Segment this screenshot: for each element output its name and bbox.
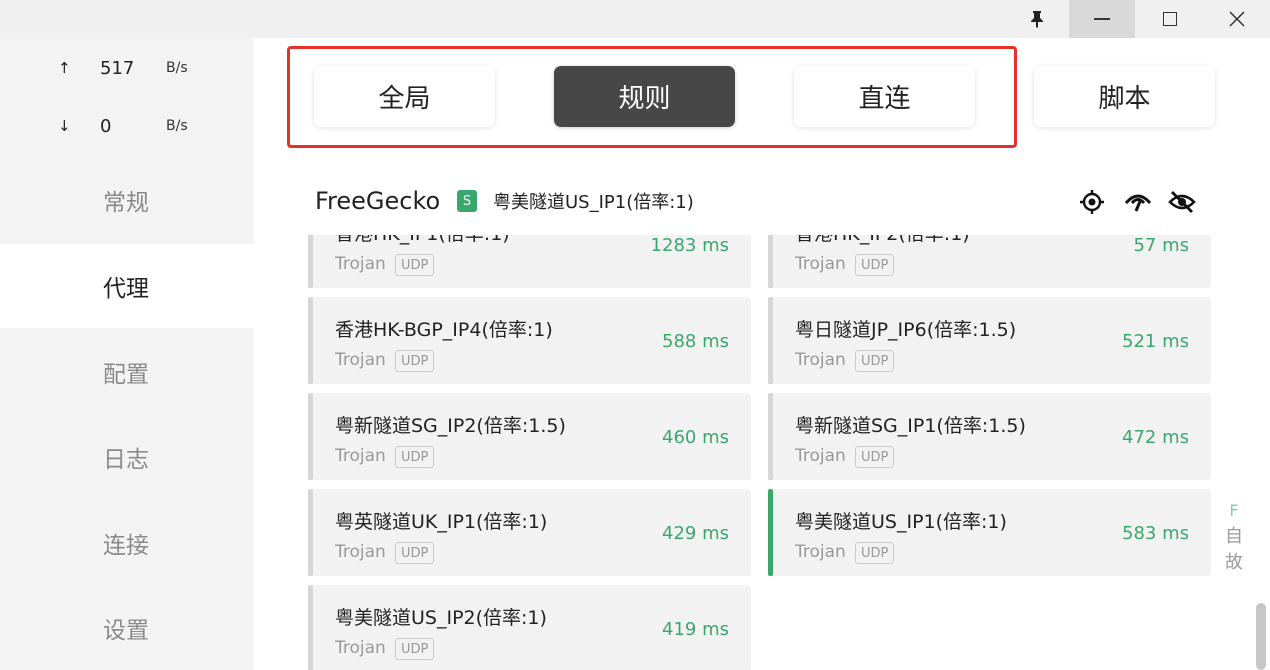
upload-speed: ↑ 517 B/s — [0, 56, 254, 80]
proxy-card[interactable]: 粤日隧道JP_IP6(倍率:1.5) Trojan UDP 521 ms — [768, 297, 1211, 384]
download-speed: ↓ 0 B/s — [0, 114, 254, 138]
selected-proxy: 粤美隧道US_IP1(倍率:1) — [493, 192, 694, 213]
locate-button[interactable] — [1078, 188, 1106, 216]
close-icon — [1229, 11, 1245, 27]
nav-item-general[interactable]: 常规 — [0, 158, 254, 242]
upload-unit: B/s — [166, 60, 188, 76]
card-indicator — [308, 585, 313, 670]
udp-badge: UDP — [395, 542, 435, 564]
proxy-protocol: Trojan — [795, 446, 846, 466]
udp-badge: UDP — [855, 254, 895, 276]
proxy-name: 香港HK_IP2(倍率:1) — [795, 235, 970, 246]
card-indicator — [768, 393, 773, 480]
proxy-name: 粤日隧道JP_IP6(倍率:1.5) — [795, 319, 1017, 341]
proxy-card[interactable]: 粤美隧道US_IP2(倍率:1) Trojan UDP 419 ms — [308, 585, 751, 670]
proxy-delay[interactable]: 472 ms — [1122, 427, 1189, 448]
proxy-name: 粤英隧道UK_IP1(倍率:1) — [335, 511, 548, 533]
proxy-protocol: Trojan — [795, 542, 846, 562]
hide-unavailable-button[interactable] — [1168, 188, 1196, 216]
proxy-protocol: Trojan — [335, 542, 386, 562]
hide-icon — [1168, 191, 1196, 213]
card-indicator — [308, 489, 313, 576]
nav-item-proxy[interactable]: 代理 — [0, 244, 254, 328]
udp-badge: UDP — [395, 350, 435, 372]
proxy-card[interactable]: 粤新隧道SG_IP2(倍率:1.5) Trojan UDP 460 ms — [308, 393, 751, 480]
card-indicator — [768, 489, 773, 576]
nav-item-logs[interactable]: 日志 — [0, 415, 254, 499]
mode-script-button[interactable]: 脚本 — [1034, 66, 1215, 127]
proxy-card[interactable]: 香港HK-BGP_IP4(倍率:1) Trojan UDP 588 ms — [308, 297, 751, 384]
nav-item-settings[interactable]: 设置 — [0, 586, 254, 670]
download-unit: B/s — [166, 118, 188, 134]
download-value: 0 — [100, 115, 112, 137]
udp-badge: UDP — [855, 542, 895, 564]
side-index-letter[interactable]: 故 — [1222, 550, 1246, 576]
card-indicator — [308, 393, 313, 480]
group-name: FreeGecko — [315, 187, 441, 215]
upload-value: 517 — [100, 57, 135, 79]
title-bar — [0, 0, 1270, 38]
udp-badge: UDP — [395, 254, 435, 276]
proxy-card[interactable]: 香港HK_IP2(倍率:1) Trojan UDP 57 ms — [768, 235, 1211, 288]
proxy-delay[interactable]: 419 ms — [662, 619, 729, 640]
udp-badge: UDP — [855, 350, 895, 372]
maximize-icon — [1163, 12, 1177, 26]
proxy-protocol: Trojan — [795, 254, 846, 274]
proxy-group-header[interactable]: FreeGecko S 粤美隧道US_IP1(倍率:1) — [254, 178, 1270, 224]
traffic-panel: ↑ 517 B/s ↓ 0 B/s — [0, 38, 254, 158]
proxy-protocol: Trojan — [335, 638, 386, 658]
card-indicator — [308, 235, 313, 288]
download-arrow-icon: ↓ — [58, 117, 71, 135]
upload-arrow-icon: ↑ — [58, 59, 71, 77]
card-indicator — [768, 235, 773, 288]
card-indicator — [308, 297, 313, 384]
proxy-name: 香港HK-BGP_IP4(倍率:1) — [335, 319, 553, 341]
pin-icon — [1031, 11, 1043, 28]
proxy-delay[interactable]: 588 ms — [662, 331, 729, 352]
proxy-list[interactable]: 香港HK_IP1(倍率:1) Trojan UDP 1283 ms 香港HK_I… — [254, 235, 1270, 670]
proxy-delay[interactable]: 429 ms — [662, 523, 729, 544]
pin-button[interactable] — [1015, 0, 1059, 38]
udp-badge: UDP — [855, 446, 895, 468]
side-index-letter[interactable]: 自 — [1222, 524, 1246, 550]
mode-bar: 全局 规则 直连 脚本 — [254, 38, 1270, 157]
proxy-protocol: Trojan — [335, 350, 386, 370]
proxy-name: 粤新隧道SG_IP1(倍率:1.5) — [795, 415, 1026, 437]
close-button[interactable] — [1204, 0, 1270, 38]
nav-item-connections[interactable]: 连接 — [0, 501, 254, 585]
side-index-letter[interactable]: F — [1222, 498, 1246, 524]
nav-item-profiles[interactable]: 配置 — [0, 330, 254, 414]
group-type-badge: S — [457, 190, 477, 212]
proxy-delay[interactable]: 57 ms — [1133, 235, 1189, 256]
proxy-card[interactable]: 香港HK_IP1(倍率:1) Trojan UDP 1283 ms — [308, 235, 751, 288]
proxy-protocol: Trojan — [335, 446, 386, 466]
side-index: F 自 故 — [1222, 498, 1246, 576]
speed-test-button[interactable] — [1124, 188, 1152, 216]
card-indicator — [768, 297, 773, 384]
speed-test-icon — [1124, 194, 1152, 212]
proxy-delay[interactable]: 460 ms — [662, 427, 729, 448]
locate-icon — [1080, 190, 1104, 214]
minimize-button[interactable] — [1069, 0, 1135, 38]
maximize-button[interactable] — [1137, 0, 1203, 38]
proxy-delay[interactable]: 583 ms — [1122, 523, 1189, 544]
proxy-card[interactable]: 粤英隧道UK_IP1(倍率:1) Trojan UDP 429 ms — [308, 489, 751, 576]
proxy-protocol: Trojan — [335, 254, 386, 274]
proxy-name: 粤美隧道US_IP2(倍率:1) — [335, 607, 547, 629]
proxy-name: 粤美隧道US_IP1(倍率:1) — [795, 511, 1007, 533]
udp-badge: UDP — [395, 446, 435, 468]
proxy-delay[interactable]: 1283 ms — [651, 235, 729, 256]
main-panel: 全局 规则 直连 脚本 FreeGecko S 粤美隧道US_IP1(倍率:1) — [254, 38, 1270, 670]
proxy-card[interactable]: 粤新隧道SG_IP1(倍率:1.5) Trojan UDP 472 ms — [768, 393, 1211, 480]
proxy-name: 香港HK_IP1(倍率:1) — [335, 235, 510, 246]
scrollbar[interactable] — [1256, 603, 1266, 670]
proxy-card-selected[interactable]: 粤美隧道US_IP1(倍率:1) Trojan UDP 583 ms — [768, 489, 1211, 576]
proxy-protocol: Trojan — [795, 350, 846, 370]
sidebar: ↑ 517 B/s ↓ 0 B/s 常规 代理 配置 日志 连接 设置 — [0, 38, 254, 670]
proxy-name: 粤新隧道SG_IP2(倍率:1.5) — [335, 415, 566, 437]
proxy-delay[interactable]: 521 ms — [1122, 331, 1189, 352]
udp-badge: UDP — [395, 638, 435, 660]
minimize-icon — [1094, 18, 1110, 20]
highlight-box — [287, 46, 1017, 148]
